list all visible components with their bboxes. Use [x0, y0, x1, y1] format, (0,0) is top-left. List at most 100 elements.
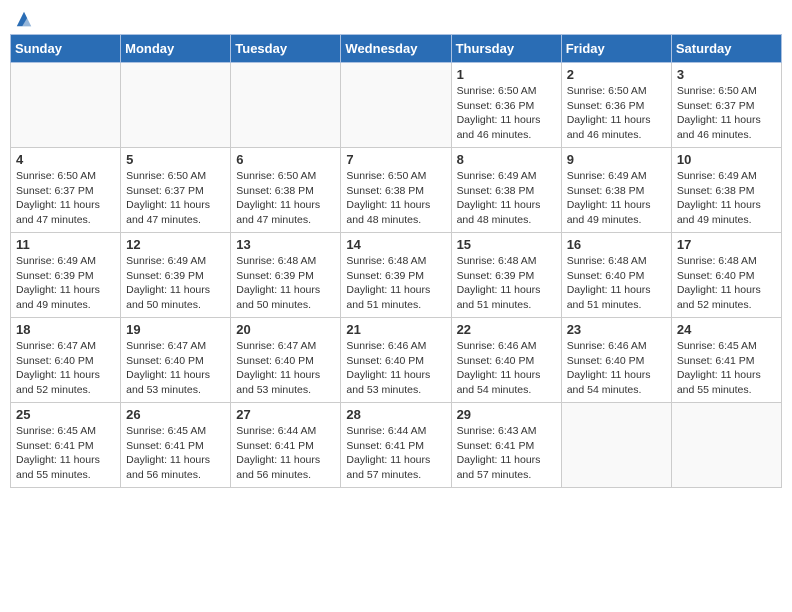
calendar-cell: 23 Sunrise: 6:46 AM Sunset: 6:40 PM Dayli…	[561, 318, 671, 403]
calendar-cell: 21 Sunrise: 6:46 AM Sunset: 6:40 PM Dayli…	[341, 318, 451, 403]
calendar-cell: 13 Sunrise: 6:48 AM Sunset: 6:39 PM Dayli…	[231, 233, 341, 318]
day-number: 28	[346, 407, 445, 422]
calendar-cell: 3 Sunrise: 6:50 AM Sunset: 6:37 PM Daylig…	[671, 63, 781, 148]
day-number: 29	[457, 407, 556, 422]
day-info: Sunrise: 6:46 AM Sunset: 6:40 PM Dayligh…	[346, 339, 445, 398]
calendar-header-row: SundayMondayTuesdayWednesdayThursdayFrid…	[11, 35, 782, 63]
calendar-cell: 15Sunrise: 6:48 AM Sunset: 6:39 PM Dayli…	[451, 233, 561, 318]
day-info: Sunrise: 6:49 AM Sunset: 6:39 PM Dayligh…	[126, 254, 225, 313]
day-number: 23	[567, 322, 666, 337]
day-number: 17	[677, 237, 776, 252]
day-number: 1	[457, 67, 556, 82]
day-of-week-header: Saturday	[671, 35, 781, 63]
day-info: Sunrise: 6:50 AM Sunset: 6:37 PM Dayligh…	[677, 84, 776, 143]
day-number: 18	[16, 322, 115, 337]
day-info: Sunrise: 6:50 AM Sunset: 6:36 PM Dayligh…	[567, 84, 666, 143]
week-row: 4 Sunrise: 6:50 AM Sunset: 6:37 PM Daylig…	[11, 148, 782, 233]
day-info: Sunrise: 6:48 AM Sunset: 6:40 PM Dayligh…	[677, 254, 776, 313]
day-info: Sunrise: 6:47 AM Sunset: 6:40 PM Dayligh…	[16, 339, 115, 398]
day-number: 8	[457, 152, 556, 167]
day-info: Sunrise: 6:46 AM Sunset: 6:40 PM Dayligh…	[457, 339, 556, 398]
day-info: Sunrise: 6:48 AM Sunset: 6:39 PM Dayligh…	[236, 254, 335, 313]
calendar-cell	[121, 63, 231, 148]
calendar-cell	[11, 63, 121, 148]
day-number: 24	[677, 322, 776, 337]
logo	[14, 10, 33, 28]
calendar-cell: 5 Sunrise: 6:50 AM Sunset: 6:37 PM Daylig…	[121, 148, 231, 233]
day-info: Sunrise: 6:50 AM Sunset: 6:38 PM Dayligh…	[346, 169, 445, 228]
calendar-cell: 16 Sunrise: 6:48 AM Sunset: 6:40 PM Dayli…	[561, 233, 671, 318]
day-info: Sunrise: 6:44 AM Sunset: 6:41 PM Dayligh…	[346, 424, 445, 483]
day-info: Sunrise: 6:44 AM Sunset: 6:41 PM Dayligh…	[236, 424, 335, 483]
day-number: 12	[126, 237, 225, 252]
day-info: Sunrise: 6:50 AM Sunset: 6:37 PM Dayligh…	[126, 169, 225, 228]
calendar-cell	[231, 63, 341, 148]
day-number: 16	[567, 237, 666, 252]
calendar-cell: 11 Sunrise: 6:49 AM Sunset: 6:39 PM Dayli…	[11, 233, 121, 318]
calendar-cell: 2 Sunrise: 6:50 AM Sunset: 6:36 PM Daylig…	[561, 63, 671, 148]
day-info: Sunrise: 6:48 AM Sunset: 6:39 PM Dayligh…	[346, 254, 445, 313]
logo-triangle-icon	[15, 10, 33, 28]
calendar-cell: 1 Sunrise: 6:50 AM Sunset: 6:36 PM Daylig…	[451, 63, 561, 148]
calendar-table: SundayMondayTuesdayWednesdayThursdayFrid…	[10, 34, 782, 488]
day-info: Sunrise: 6:49 AM Sunset: 6:38 PM Dayligh…	[677, 169, 776, 228]
day-of-week-header: Friday	[561, 35, 671, 63]
day-number: 19	[126, 322, 225, 337]
day-of-week-header: Sunday	[11, 35, 121, 63]
calendar-cell: 4Sunrise: 6:50 AM Sunset: 6:37 PM Daylig…	[11, 148, 121, 233]
day-number: 9	[567, 152, 666, 167]
day-info: Sunrise: 6:50 AM Sunset: 6:38 PM Dayligh…	[236, 169, 335, 228]
calendar-cell: 27Sunrise: 6:44 AM Sunset: 6:41 PM Dayli…	[231, 403, 341, 488]
day-info: Sunrise: 6:47 AM Sunset: 6:40 PM Dayligh…	[236, 339, 335, 398]
day-number: 6	[236, 152, 335, 167]
calendar-cell: 7 Sunrise: 6:50 AM Sunset: 6:38 PM Daylig…	[341, 148, 451, 233]
page-header	[10, 10, 782, 28]
calendar-cell: 8 Sunrise: 6:49 AM Sunset: 6:38 PM Daylig…	[451, 148, 561, 233]
day-info: Sunrise: 6:45 AM Sunset: 6:41 PM Dayligh…	[677, 339, 776, 398]
day-number: 4	[16, 152, 115, 167]
day-info: Sunrise: 6:48 AM Sunset: 6:40 PM Dayligh…	[567, 254, 666, 313]
calendar-cell	[671, 403, 781, 488]
day-info: Sunrise: 6:49 AM Sunset: 6:38 PM Dayligh…	[567, 169, 666, 228]
calendar-cell	[561, 403, 671, 488]
day-info: Sunrise: 6:49 AM Sunset: 6:38 PM Dayligh…	[457, 169, 556, 228]
calendar-cell: 12 Sunrise: 6:49 AM Sunset: 6:39 PM Dayli…	[121, 233, 231, 318]
calendar-cell: 26Sunrise: 6:45 AM Sunset: 6:41 PM Dayli…	[121, 403, 231, 488]
day-number: 20	[236, 322, 335, 337]
calendar-cell: 14 Sunrise: 6:48 AM Sunset: 6:39 PM Dayli…	[341, 233, 451, 318]
calendar-cell: 24 Sunrise: 6:45 AM Sunset: 6:41 PM Dayli…	[671, 318, 781, 403]
day-of-week-header: Tuesday	[231, 35, 341, 63]
day-number: 5	[126, 152, 225, 167]
day-of-week-header: Thursday	[451, 35, 561, 63]
calendar-cell: 20 Sunrise: 6:47 AM Sunset: 6:40 PM Dayli…	[231, 318, 341, 403]
calendar-cell: 18 Sunrise: 6:47 AM Sunset: 6:40 PM Dayli…	[11, 318, 121, 403]
day-number: 14	[346, 237, 445, 252]
day-info: Sunrise: 6:43 AM Sunset: 6:41 PM Dayligh…	[457, 424, 556, 483]
calendar-cell: 22 Sunrise: 6:46 AM Sunset: 6:40 PM Dayli…	[451, 318, 561, 403]
week-row: 25 Sunrise: 6:45 AM Sunset: 6:41 PM Dayli…	[11, 403, 782, 488]
day-info: Sunrise: 6:50 AM Sunset: 6:36 PM Dayligh…	[457, 84, 556, 143]
calendar-cell: 29 Sunrise: 6:43 AM Sunset: 6:41 PM Dayli…	[451, 403, 561, 488]
day-number: 7	[346, 152, 445, 167]
week-row: 18 Sunrise: 6:47 AM Sunset: 6:40 PM Dayli…	[11, 318, 782, 403]
day-number: 22	[457, 322, 556, 337]
day-number: 2	[567, 67, 666, 82]
day-number: 21	[346, 322, 445, 337]
calendar-cell: 6 Sunrise: 6:50 AM Sunset: 6:38 PM Daylig…	[231, 148, 341, 233]
day-number: 11	[16, 237, 115, 252]
day-number: 3	[677, 67, 776, 82]
day-info: Sunrise: 6:45 AM Sunset: 6:41 PM Dayligh…	[126, 424, 225, 483]
day-info: Sunrise: 6:45 AM Sunset: 6:41 PM Dayligh…	[16, 424, 115, 483]
day-of-week-header: Wednesday	[341, 35, 451, 63]
calendar-cell: 19 Sunrise: 6:47 AM Sunset: 6:40 PM Dayli…	[121, 318, 231, 403]
day-info: Sunrise: 6:49 AM Sunset: 6:39 PM Dayligh…	[16, 254, 115, 313]
day-info: Sunrise: 6:47 AM Sunset: 6:40 PM Dayligh…	[126, 339, 225, 398]
day-number: 13	[236, 237, 335, 252]
calendar-cell: 17 Sunrise: 6:48 AM Sunset: 6:40 PM Dayli…	[671, 233, 781, 318]
calendar-cell: 25 Sunrise: 6:45 AM Sunset: 6:41 PM Dayli…	[11, 403, 121, 488]
day-number: 10	[677, 152, 776, 167]
day-number: 25	[16, 407, 115, 422]
day-info: Sunrise: 6:46 AM Sunset: 6:40 PM Dayligh…	[567, 339, 666, 398]
day-of-week-header: Monday	[121, 35, 231, 63]
week-row: 11 Sunrise: 6:49 AM Sunset: 6:39 PM Dayli…	[11, 233, 782, 318]
